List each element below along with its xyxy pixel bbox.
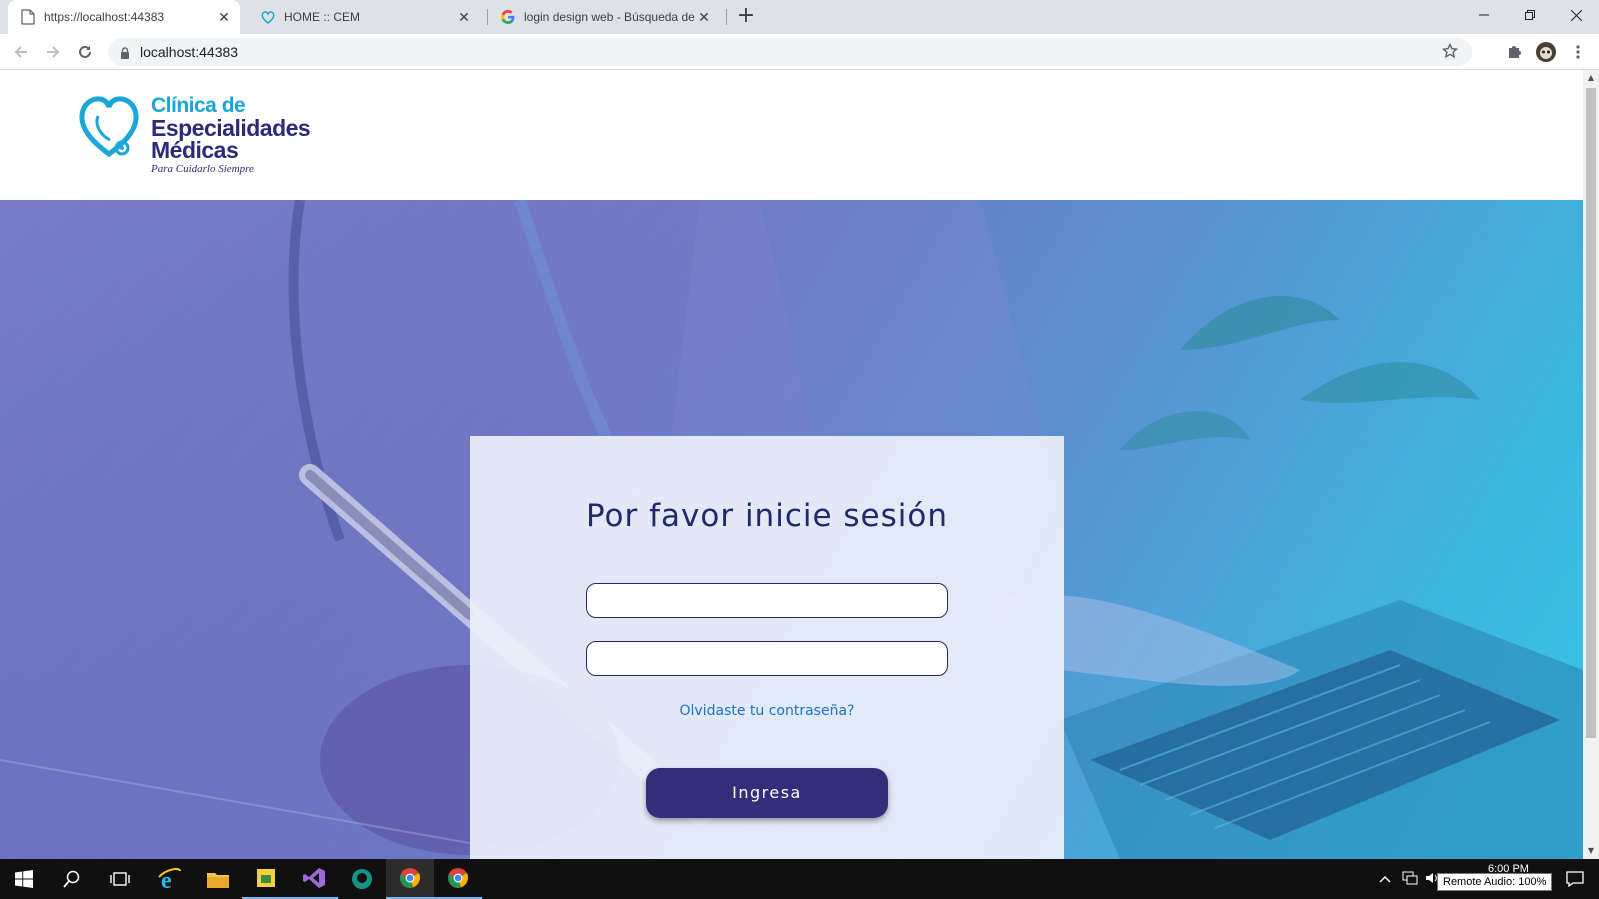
bookmark-star-icon[interactable]: [1441, 42, 1459, 63]
scroll-down-arrow-icon[interactable]: ▼: [1583, 843, 1599, 859]
login-heading: Por favor inicie sesión: [585, 498, 949, 534]
chrome-icon: [400, 868, 421, 888]
tab-title: login design web - Búsqueda de: [524, 10, 695, 24]
file-explorer-app[interactable]: [194, 859, 242, 899]
close-icon[interactable]: ✕: [696, 9, 712, 25]
forgot-password-link[interactable]: Olvidaste tu contraseña?: [470, 703, 1064, 719]
scrollbar-thumb[interactable]: [1586, 88, 1596, 738]
chrome-icon: [448, 868, 469, 888]
stethoscope-heart-icon: [78, 96, 140, 164]
puzzle-icon: [1509, 46, 1521, 58]
folder-icon: [207, 873, 229, 888]
address-bar[interactable]: localhost:44383: [108, 38, 1472, 66]
reload-icon: [79, 45, 91, 58]
chevron-up-icon[interactable]: [1376, 872, 1394, 886]
notes-app[interactable]: [242, 859, 290, 899]
tab-separator: [726, 9, 727, 25]
close-icon[interactable]: ✕: [456, 9, 472, 25]
chrome-app-2[interactable]: [434, 859, 482, 899]
chrome-app-active[interactable]: [386, 859, 434, 899]
arrow-left-icon: [14, 46, 27, 58]
tab-home-cem[interactable]: HOME :: CEM ✕: [248, 0, 480, 34]
internet-explorer-icon: e: [158, 868, 181, 891]
restore-button[interactable]: [1507, 0, 1553, 30]
browser-menu-button[interactable]: [1566, 40, 1590, 64]
avatar: [1536, 42, 1556, 62]
notes-app-icon: [257, 869, 275, 887]
start-button[interactable]: [0, 859, 48, 899]
logo-line-3: Médicas: [151, 137, 239, 163]
tab-google-search[interactable]: login design web - Búsqueda de ✕: [488, 0, 720, 34]
gitkraken-icon: [352, 869, 372, 889]
arrow-right-icon: [47, 46, 60, 58]
password-input[interactable]: [586, 641, 948, 676]
restore-icon: [1525, 10, 1535, 20]
windows-logo-icon: [15, 870, 33, 888]
back-button[interactable]: [8, 39, 34, 65]
new-tab-button[interactable]: +: [734, 5, 758, 29]
tab-title: https://localhost:44383: [44, 10, 165, 24]
task-view-button[interactable]: [96, 859, 144, 899]
close-icon: [1570, 9, 1582, 21]
tab-localhost[interactable]: https://localhost:44383 ✕: [8, 0, 240, 34]
page-scrollbar[interactable]: ▲ ▼: [1583, 70, 1599, 859]
search-icon: [63, 870, 80, 888]
more-vertical-icon: [1576, 45, 1580, 59]
remote-audio-tooltip: Remote Audio: 100%: [1437, 873, 1553, 891]
address-text: localhost:44383: [140, 44, 239, 60]
task-view-icon: [110, 872, 130, 886]
visual-studio-app[interactable]: [290, 859, 338, 899]
cem-logo-icon: [260, 9, 276, 25]
minimize-icon: [1479, 14, 1489, 16]
search-button[interactable]: [48, 859, 96, 899]
site-header: Clínica de Especialidades Médicas Para C…: [0, 70, 1583, 200]
logo-tagline: Para Cuidarlo Siempre: [151, 163, 254, 175]
visual-studio-icon: [303, 868, 325, 888]
minimize-button[interactable]: [1461, 0, 1507, 30]
reload-button[interactable]: [72, 39, 98, 65]
page-icon: [20, 9, 36, 25]
browser-tab-strip: https://localhost:44383 ✕ HOME :: CEM ✕ …: [0, 0, 1599, 34]
page-viewport: Clínica de Especialidades Médicas Para C…: [0, 70, 1583, 859]
close-window-button[interactable]: [1553, 0, 1599, 30]
profile-avatar[interactable]: [1534, 40, 1558, 64]
login-submit-button[interactable]: Ingresa: [646, 768, 888, 818]
network-icon[interactable]: [1398, 871, 1422, 888]
close-icon[interactable]: ✕: [216, 9, 232, 25]
google-icon: [500, 9, 516, 25]
tab-title: HOME :: CEM: [284, 10, 361, 24]
windows-taskbar: e 6:00 PM: [0, 859, 1599, 899]
internet-explorer-app[interactable]: e: [146, 859, 194, 899]
gitkraken-app[interactable]: [338, 859, 386, 899]
scroll-up-arrow-icon[interactable]: ▲: [1583, 70, 1599, 86]
lock-icon: [120, 45, 130, 64]
system-tray: [1376, 859, 1442, 899]
username-input[interactable]: [586, 583, 948, 618]
login-card: Por favor inicie sesión Olvidaste tu con…: [470, 436, 1064, 859]
browser-toolbar: localhost:44383: [0, 34, 1599, 70]
forward-button[interactable]: [40, 39, 66, 65]
notification-icon: [1566, 871, 1584, 887]
clinic-logo[interactable]: Clínica de Especialidades Médicas Para C…: [78, 94, 328, 184]
action-center-button[interactable]: [1551, 859, 1599, 899]
hero-background: Por favor inicie sesión Olvidaste tu con…: [0, 200, 1583, 859]
extensions-button[interactable]: [1502, 40, 1526, 64]
